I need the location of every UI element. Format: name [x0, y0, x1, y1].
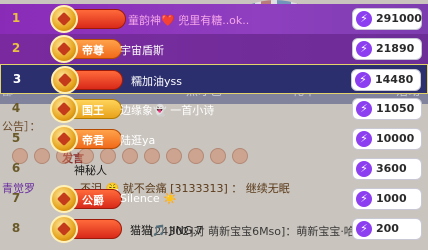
score-box: ⚡ 291000	[352, 8, 422, 30]
medal-icon	[50, 5, 78, 33]
rank-number: 1	[11, 11, 21, 25]
lightning-icon: ⚡	[355, 72, 371, 88]
lightning-icon: ⚡	[356, 131, 372, 147]
user-name: 猫猫🎵 JING.7	[130, 224, 203, 237]
ranking-row[interactable]: 8 猫猫🎵 JING.7 ⚡ 200	[0, 214, 428, 244]
medal-icon	[51, 66, 79, 94]
rank-number: 3	[12, 72, 22, 86]
medal-icon	[50, 215, 78, 243]
lightning-icon: ⚡	[356, 221, 372, 237]
ranking-row[interactable]: 2 帝尊 宇宙盾斯 ⚡ 21890	[0, 34, 428, 64]
rank-number: 4	[11, 101, 21, 115]
rank-number: 6	[11, 161, 21, 175]
score-box: ⚡ 14480	[351, 69, 421, 91]
score-value: 291000	[376, 12, 422, 25]
rank-number: 7	[11, 191, 21, 205]
user-name: 宇宙盾斯	[120, 44, 164, 57]
score-box: ⚡ 3600	[352, 158, 422, 180]
score-box: ⚡ 10000	[352, 128, 422, 150]
user-name: 糯加油yss	[131, 75, 182, 88]
ranking-row[interactable]: 5 帝君 陆逛ya ⚡ 10000	[0, 124, 428, 154]
lightning-icon: ⚡	[356, 191, 372, 207]
score-value: 14480	[375, 73, 414, 86]
score-box: ⚡ 21890	[352, 38, 422, 60]
user-name: 陆逛ya	[120, 134, 156, 147]
score-value: 11050	[376, 102, 415, 115]
lightning-icon: ⚡	[356, 101, 372, 117]
medal-icon	[50, 95, 78, 123]
score-box: ⚡ 11050	[352, 98, 422, 120]
medal-icon	[50, 185, 78, 213]
user-name: 神秘人	[74, 164, 107, 177]
lightning-icon: ⚡	[356, 41, 372, 57]
score-value: 200	[376, 222, 399, 235]
medal-icon	[50, 125, 78, 153]
rank-number: 2	[11, 41, 21, 55]
user-name: 边缘象👻 一首小诗	[120, 104, 215, 117]
ranking-row[interactable]: 4 国王 边缘象👻 一首小诗 ⚡ 11050	[0, 94, 428, 124]
score-value: 1000	[376, 192, 407, 205]
ranking-row[interactable]: 3 糯加油yss ⚡ 14480	[0, 64, 428, 94]
level-title: 帝君	[82, 134, 104, 147]
lightning-icon: ⚡	[356, 11, 372, 27]
level-title: 公爵	[82, 194, 104, 207]
gift-ranking-list: 1 童韵神❤️ 兜里有糖..ok.. ⚡ 291000 2 帝尊 宇宙盾斯 ⚡ …	[0, 0, 428, 250]
ranking-row[interactable]: 1 童韵神❤️ 兜里有糖..ok.. ⚡ 291000	[0, 4, 428, 34]
level-title: 帝尊	[82, 44, 104, 57]
ranking-row[interactable]: 7 公爵 Silence ☀️ ⚡ 1000	[0, 184, 428, 214]
rank-number: 5	[11, 131, 21, 145]
score-value: 21890	[376, 42, 415, 55]
ranking-row[interactable]: 6 神秘人 ⚡ 3600	[0, 154, 428, 184]
level-title: 国王	[82, 104, 104, 117]
medal-icon	[50, 35, 78, 63]
score-box: ⚡ 200	[352, 218, 422, 240]
user-name: Silence ☀️	[120, 192, 177, 205]
score-value: 3600	[376, 162, 407, 175]
score-box: ⚡ 1000	[352, 188, 422, 210]
rank-number: 8	[11, 221, 21, 235]
user-name: 童韵神❤️ 兜里有糖..ok..	[128, 14, 250, 27]
score-value: 10000	[376, 132, 415, 145]
lightning-icon: ⚡	[356, 161, 372, 177]
